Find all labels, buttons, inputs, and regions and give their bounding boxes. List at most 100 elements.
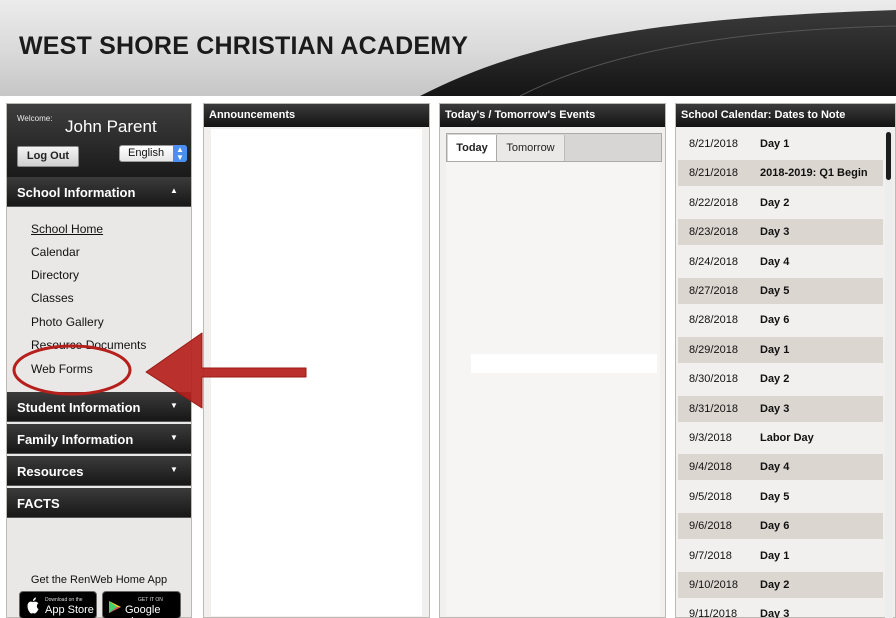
section-school-information[interactable]: School Information ▲ xyxy=(7,177,191,207)
calendar-event: Day 6 xyxy=(760,520,790,533)
left-sidebar: Welcome: John Parent Log Out English ▲ ▼ … xyxy=(6,103,192,618)
calendar-date: 9/4/2018 xyxy=(689,461,732,474)
link-web-forms[interactable]: Web Forms xyxy=(31,362,93,376)
calendar-row[interactable]: 9/4/2018 Day 4 xyxy=(678,454,883,481)
section-student-information[interactable]: Student Information ▼ xyxy=(7,392,191,422)
calendar-event: Labor Day xyxy=(760,432,814,444)
google-play-badge[interactable]: GET IT ON Google play xyxy=(102,591,181,618)
calendar-row[interactable]: 8/29/2018 Day 1 xyxy=(678,336,883,363)
calendar-row[interactable]: 8/21/2018 Day 1 xyxy=(678,131,883,157)
calendar-event: Day 3 xyxy=(760,608,790,618)
calendar-date: 8/30/2018 xyxy=(689,373,738,386)
calendar-date: 8/28/2018 xyxy=(689,314,738,327)
calendar-date: 8/24/2018 xyxy=(689,255,738,268)
events-tabbar: Today Tomorrow xyxy=(446,133,662,162)
link-photo-gallery[interactable]: Photo Gallery xyxy=(31,315,104,329)
calendar-row[interactable]: 8/21/2018 2018-2019: Q1 Begin xyxy=(678,160,883,187)
calendar-row[interactable]: 9/10/2018 Day 2 xyxy=(678,572,883,598)
chevron-down-icon: ▼ xyxy=(170,433,178,442)
calendar-date: 9/3/2018 xyxy=(689,432,732,444)
calendar-event: Day 4 xyxy=(760,461,790,474)
section-resources[interactable]: Resources ▼ xyxy=(7,456,191,486)
panel-header: Announcements xyxy=(204,104,429,127)
google-play-logo-icon xyxy=(109,601,121,613)
calendar-date: 8/21/2018 xyxy=(689,167,738,180)
google-play-big-text: Google play xyxy=(125,604,161,618)
calendar-event: Day 2 xyxy=(760,196,790,209)
calendar-row[interactable]: 8/31/2018 Day 3 xyxy=(678,395,883,422)
school-title: WEST SHORE CHRISTIAN ACADEMY xyxy=(19,32,469,60)
app-store-badge[interactable]: Download on the App Store xyxy=(19,591,97,618)
tab-tomorrow[interactable]: Tomorrow xyxy=(497,135,565,161)
events-loading-area xyxy=(471,354,657,373)
calendar-row[interactable]: 9/7/2018 Day 1 xyxy=(678,543,883,569)
calendar-event: Day 5 xyxy=(760,490,790,503)
calendar-event: Day 1 xyxy=(760,549,790,562)
calendar-row[interactable]: 8/27/2018 Day 5 xyxy=(678,278,883,304)
language-value: English xyxy=(128,147,165,159)
section-label: Resources xyxy=(17,464,84,479)
panel-header: School Calendar: Dates to Note xyxy=(676,104,895,127)
panel-title: Announcements xyxy=(209,109,296,121)
link-calendar[interactable]: Calendar xyxy=(31,245,80,259)
events-content xyxy=(446,162,660,616)
calendar-event: Day 3 xyxy=(760,402,790,415)
calendar-row[interactable]: 9/5/2018 Day 5 xyxy=(678,484,883,510)
calendar-scroll-thumb[interactable] xyxy=(886,132,891,180)
google-play-small-text: GET IT ON xyxy=(138,597,163,603)
panel-title: Today's / Tomorrow's Events xyxy=(445,109,596,121)
chevron-down-icon: ▼ xyxy=(170,401,178,410)
calendar-event: Day 6 xyxy=(760,314,790,327)
chevron-up-icon: ▲ xyxy=(170,186,178,195)
select-arrows-icon: ▲ ▼ xyxy=(173,145,187,162)
calendar-row[interactable]: 9/3/2018 Labor Day xyxy=(678,425,883,451)
calendar-event: Day 2 xyxy=(760,373,790,386)
calendar-date: 8/21/2018 xyxy=(689,138,738,150)
events-panel: Today's / Tomorrow's Events xyxy=(439,103,666,618)
calendar-date: 8/29/2018 xyxy=(689,343,738,356)
calendar-row[interactable]: 8/23/2018 Day 3 xyxy=(678,219,883,246)
link-resource-documents[interactable]: Resource Documents xyxy=(31,338,146,352)
calendar-date: 9/5/2018 xyxy=(689,490,732,503)
announcements-panel: Announcements xyxy=(203,103,430,618)
panel-title: School Calendar: Dates to Note xyxy=(681,109,846,121)
calendar-date: 9/10/2018 xyxy=(689,579,738,591)
section-label: FACTS xyxy=(17,496,60,511)
calendar-date: 8/23/2018 xyxy=(689,226,738,239)
app-store-big-text: App Store xyxy=(45,604,94,616)
welcome-block: Welcome: John Parent Log Out English ▲ ▼ xyxy=(7,104,191,177)
section-label: School Information xyxy=(17,185,136,200)
panel-header: Today's / Tomorrow's Events xyxy=(440,104,665,127)
tab-today[interactable]: Today xyxy=(448,135,497,161)
user-name: John Parent xyxy=(65,117,157,136)
calendar-event: Day 1 xyxy=(760,138,790,150)
section-label: Family Information xyxy=(17,432,134,447)
calendar-event: Day 3 xyxy=(760,226,790,239)
calendar-date: 8/31/2018 xyxy=(689,402,738,415)
language-select[interactable]: English ▲ ▼ xyxy=(119,145,187,162)
calendar-scrollbar[interactable] xyxy=(885,130,893,618)
calendar-event: Day 5 xyxy=(760,285,790,297)
link-classes[interactable]: Classes xyxy=(31,291,74,305)
calendar-row[interactable]: 9/6/2018 Day 6 xyxy=(678,513,883,540)
logout-button[interactable]: Log Out xyxy=(17,146,79,167)
calendar-row[interactable]: 8/22/2018 Day 2 xyxy=(678,190,883,216)
link-school-home[interactable]: School Home xyxy=(31,222,103,236)
calendar-date: 9/11/2018 xyxy=(689,608,738,618)
app-promo-caption: Get the RenWeb Home App xyxy=(30,574,168,586)
welcome-label: Welcome: xyxy=(17,114,53,123)
calendar-event: Day 4 xyxy=(760,255,790,268)
calendar-row[interactable]: 8/24/2018 Day 4 xyxy=(678,249,883,275)
link-directory[interactable]: Directory xyxy=(31,268,79,282)
calendar-date: 9/6/2018 xyxy=(689,520,732,533)
calendar-event: 2018-2019: Q1 Begin xyxy=(760,167,868,180)
section-family-information[interactable]: Family Information ▼ xyxy=(7,424,191,454)
calendar-date: 8/22/2018 xyxy=(689,196,738,209)
section-facts[interactable]: FACTS xyxy=(7,488,191,518)
chevron-down-icon: ▼ xyxy=(170,465,178,474)
calendar-row[interactable]: 8/28/2018 Day 6 xyxy=(678,307,883,333)
site-header: WEST SHORE CHRISTIAN ACADEMY xyxy=(0,0,896,96)
calendar-row[interactable]: 9/11/2018 Day 3 xyxy=(678,601,883,618)
calendar-row[interactable]: 8/30/2018 Day 2 xyxy=(678,366,883,392)
calendar-date: 8/27/2018 xyxy=(689,285,738,297)
